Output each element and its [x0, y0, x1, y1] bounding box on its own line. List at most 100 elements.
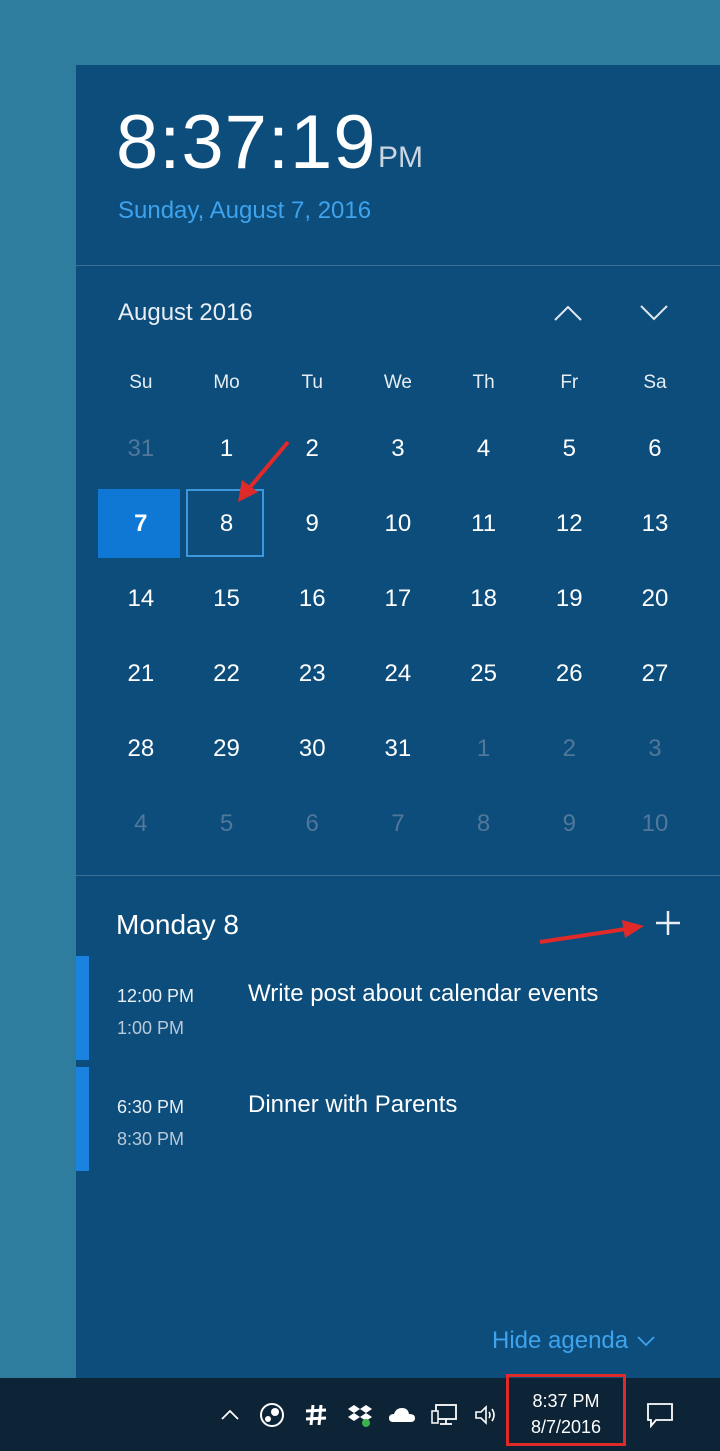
calendar-day-number: 8 [219, 509, 234, 537]
calendar-day-number: 31 [127, 434, 155, 462]
calendar-day-number: 8 [476, 809, 491, 837]
calendar-day[interactable]: 6 [612, 411, 698, 486]
calendar-day[interactable]: 13 [612, 486, 698, 561]
slack-tray-button[interactable] [300, 1378, 332, 1451]
calendar-day[interactable]: 15 [184, 561, 270, 636]
calendar-day[interactable]: 5 [184, 786, 270, 861]
agenda-event[interactable]: 12:00 PM 1:00 PM Write post about calend… [76, 956, 720, 1060]
hide-agenda-button[interactable]: Hide agenda [492, 1327, 656, 1355]
calendar-day-number: 11 [471, 509, 497, 537]
previous-month-button[interactable] [548, 295, 588, 331]
calendar-day-number: 7 [134, 509, 148, 537]
calendar-day[interactable]: 17 [355, 561, 441, 636]
calendar-day-number: 13 [641, 509, 669, 537]
calendar-day[interactable]: 31 [98, 411, 184, 486]
calendar-day-number: 16 [298, 584, 326, 612]
event-end-time: 1:00 PM [117, 1018, 185, 1038]
calendar-day[interactable]: 18 [441, 561, 527, 636]
calendar-day-number: 15 [213, 584, 240, 612]
calendar-day[interactable]: 9 [269, 486, 355, 561]
calendar-day-number: 23 [298, 659, 326, 687]
calendar-day[interactable]: 21 [98, 636, 184, 711]
calendar-day[interactable]: 26 [526, 636, 612, 711]
calendar-day[interactable]: 11 [441, 486, 527, 561]
calendar-day-number: 12 [555, 509, 583, 537]
volume-tray-button[interactable] [471, 1378, 503, 1451]
calendar-day[interactable]: 4 [98, 786, 184, 861]
event-color-bar [76, 1067, 89, 1171]
calendar-flyout: 8:37:19 PM Sunday, August 7, 2016 August… [76, 65, 720, 1378]
clock-date-link[interactable]: Sunday, August 7, 2016 [118, 199, 371, 223]
event-start-time: 6:30 PM [117, 1097, 185, 1117]
calendar-day-number: 21 [127, 659, 155, 687]
calendar-day-number: 22 [213, 659, 240, 687]
calendar-day[interactable]: 6 [269, 786, 355, 861]
calendar-day[interactable]: 31 [355, 711, 441, 786]
calendar-day-number: 9 [562, 809, 576, 837]
plus-icon [656, 911, 680, 935]
calendar-day-number: 17 [384, 584, 412, 612]
chevron-up-icon [221, 1409, 239, 1420]
calendar-day[interactable]: 1 [184, 411, 270, 486]
calendar-day[interactable]: 22 [184, 636, 270, 711]
calendar-weeks: 31 1 2 3 4 5 6 7 8 9 10 11 12 13 14 15 16 17 18 19 20 21 22 23 2… [98, 411, 698, 861]
taskbar-time: 8:37 PM [532, 1391, 600, 1412]
calendar-day-number: 6 [305, 809, 319, 837]
volume-icon [475, 1404, 495, 1425]
steam-tray-button[interactable] [256, 1378, 288, 1451]
onedrive-tray-button[interactable] [386, 1378, 418, 1451]
calendar-day[interactable]: 10 [355, 486, 441, 561]
calendar-day-number: 2 [562, 734, 576, 762]
steam-icon [260, 1402, 284, 1427]
calendar-day[interactable]: 16 [269, 561, 355, 636]
calendar-day[interactable]: 2 [526, 711, 612, 786]
dropbox-tray-button[interactable] [344, 1378, 376, 1451]
show-hidden-icons-button[interactable] [214, 1378, 246, 1451]
calendar-day[interactable]: 10 [612, 786, 698, 861]
calendar-day-number: 5 [562, 434, 576, 462]
calendar-day[interactable]: 23 [269, 636, 355, 711]
calendar-day-number: 19 [555, 584, 583, 612]
calendar-day[interactable]: 27 [612, 636, 698, 711]
slack-icon [305, 1404, 327, 1425]
calendar-day[interactable]: 28 [98, 711, 184, 786]
calendar-day[interactable]: 5 [526, 411, 612, 486]
calendar-day[interactable]: 29 [184, 711, 270, 786]
calendar-day[interactable]: 2 [269, 411, 355, 486]
calendar-day-number: 4 [476, 434, 491, 462]
weekday-label: Tu [301, 372, 323, 393]
calendar-day[interactable]: 14 [98, 561, 184, 636]
calendar-day[interactable]: 19 [526, 561, 612, 636]
calendar-day[interactable]: 3 [355, 411, 441, 486]
calendar-day-number: 6 [648, 434, 662, 462]
agenda-event[interactable]: 6:30 PM 8:30 PM Dinner with Parents [76, 1067, 720, 1171]
calendar-day[interactable]: 20 [612, 561, 698, 636]
event-color-bar [76, 956, 89, 1060]
calendar-day-number: 31 [384, 734, 412, 762]
taskbar-clock-button[interactable]: 8:37 PM 8/7/2016 [506, 1374, 626, 1451]
calendar-day-number: 26 [555, 659, 583, 687]
calendar-day-number: 25 [470, 659, 497, 687]
calendar-day[interactable]: 25 [441, 636, 527, 711]
chevron-up-icon [554, 305, 582, 321]
calendar-day[interactable]: 12 [526, 486, 612, 561]
add-event-button[interactable] [648, 903, 688, 943]
calendar-day[interactable]: 9 [526, 786, 612, 861]
calendar-day[interactable]: 7 [355, 786, 441, 861]
calendar-day[interactable]: 30 [269, 711, 355, 786]
calendar-day[interactable]: 8 [441, 786, 527, 861]
calendar-grid: Su Mo Tu We Th Fr Sa 31 1 2 3 4 5 6 7 8 9 10 11 12 13 14 15 16… [98, 355, 698, 861]
calendar-day[interactable]: 1 [441, 711, 527, 786]
network-tray-button[interactable] [429, 1378, 461, 1451]
calendar-week-row: 31 1 2 3 4 5 6 [98, 411, 698, 486]
calendar-day-selected[interactable]: 8 [184, 486, 270, 561]
month-title[interactable]: August 2016 [118, 301, 253, 325]
calendar-day-today[interactable]: 7 [98, 486, 184, 561]
action-center-button[interactable] [642, 1378, 678, 1451]
weekday-label: Th [472, 372, 495, 393]
next-month-button[interactable] [634, 295, 674, 331]
calendar-day[interactable]: 4 [441, 411, 527, 486]
calendar-day[interactable]: 24 [355, 636, 441, 711]
calendar-day[interactable]: 3 [612, 711, 698, 786]
divider [76, 265, 720, 266]
